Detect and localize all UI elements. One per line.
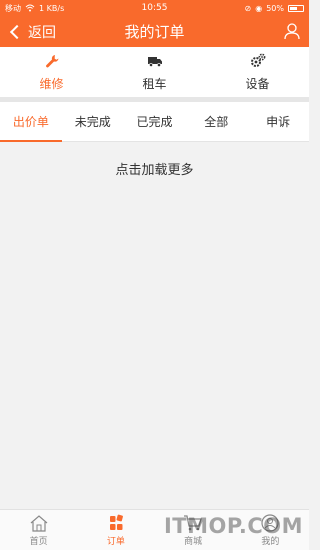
bottom-nav-orders[interactable]: 订单 xyxy=(77,510,154,550)
tab-completed[interactable]: 已完成 xyxy=(124,102,186,141)
status-left: 移动 1 KB/s xyxy=(5,3,64,14)
chevron-left-icon xyxy=(9,24,25,39)
home-icon xyxy=(30,514,48,532)
bottom-nav-label: 商城 xyxy=(184,536,203,547)
status-right: ⊘ ◉ 50% xyxy=(245,4,304,13)
bottom-nav-label: 我的 xyxy=(261,536,280,547)
bottom-nav-mall[interactable]: 商城 xyxy=(155,510,232,550)
order-status-tabs: 出价单 未完成 已完成 全部 申诉 xyxy=(0,102,309,142)
bottom-nav-label: 订单 xyxy=(106,536,125,547)
network-speed: 1 KB/s xyxy=(39,3,65,13)
bottom-nav-label: 首页 xyxy=(29,536,48,547)
back-button[interactable]: 返回 xyxy=(9,16,56,47)
bottom-nav-home[interactable]: 首页 xyxy=(0,510,77,550)
wrench-icon xyxy=(45,54,58,67)
bottom-nav-mine[interactable]: 我的 xyxy=(232,510,309,550)
category-equipment[interactable]: 设备 xyxy=(206,47,309,97)
user-icon[interactable] xyxy=(283,22,301,40)
load-more-button[interactable]: 点击加载更多 xyxy=(0,159,309,178)
category-label: 租车 xyxy=(142,76,167,91)
category-label: 维修 xyxy=(39,76,64,91)
cart-icon xyxy=(184,514,202,530)
category-rent-vehicle[interactable]: 租车 xyxy=(103,47,206,97)
tab-bids[interactable]: 出价单 xyxy=(0,102,62,142)
nav-bar: 返回 我的订单 xyxy=(0,16,309,47)
alarm-icon: ◉ xyxy=(255,3,263,13)
carrier-label: 移动 xyxy=(5,3,21,13)
tab-all[interactable]: 全部 xyxy=(185,102,247,141)
category-label: 设备 xyxy=(245,76,270,91)
category-repair[interactable]: 维修 xyxy=(0,47,103,97)
gears-icon xyxy=(250,53,265,67)
back-label: 返回 xyxy=(28,24,56,41)
truck-icon xyxy=(147,56,162,67)
bottom-nav: 首页 订单 商城 我的 xyxy=(0,509,309,550)
battery-icon xyxy=(288,4,304,12)
order-grid-icon xyxy=(109,514,123,530)
wifi-icon xyxy=(25,4,35,12)
app-header: 移动 1 KB/s 10:55 ⊘ ◉ 50% 返回 我的订单 xyxy=(0,0,309,47)
status-bar: 移动 1 KB/s 10:55 ⊘ ◉ 50% xyxy=(0,0,309,16)
category-row: 维修 租车 设备 xyxy=(0,47,309,102)
rotation-lock-icon: ⊘ xyxy=(244,3,252,13)
battery-percent: 50% xyxy=(266,3,284,13)
tab-incomplete[interactable]: 未完成 xyxy=(62,102,124,141)
tab-appeal[interactable]: 申诉 xyxy=(247,102,309,141)
profile-icon xyxy=(261,513,279,532)
